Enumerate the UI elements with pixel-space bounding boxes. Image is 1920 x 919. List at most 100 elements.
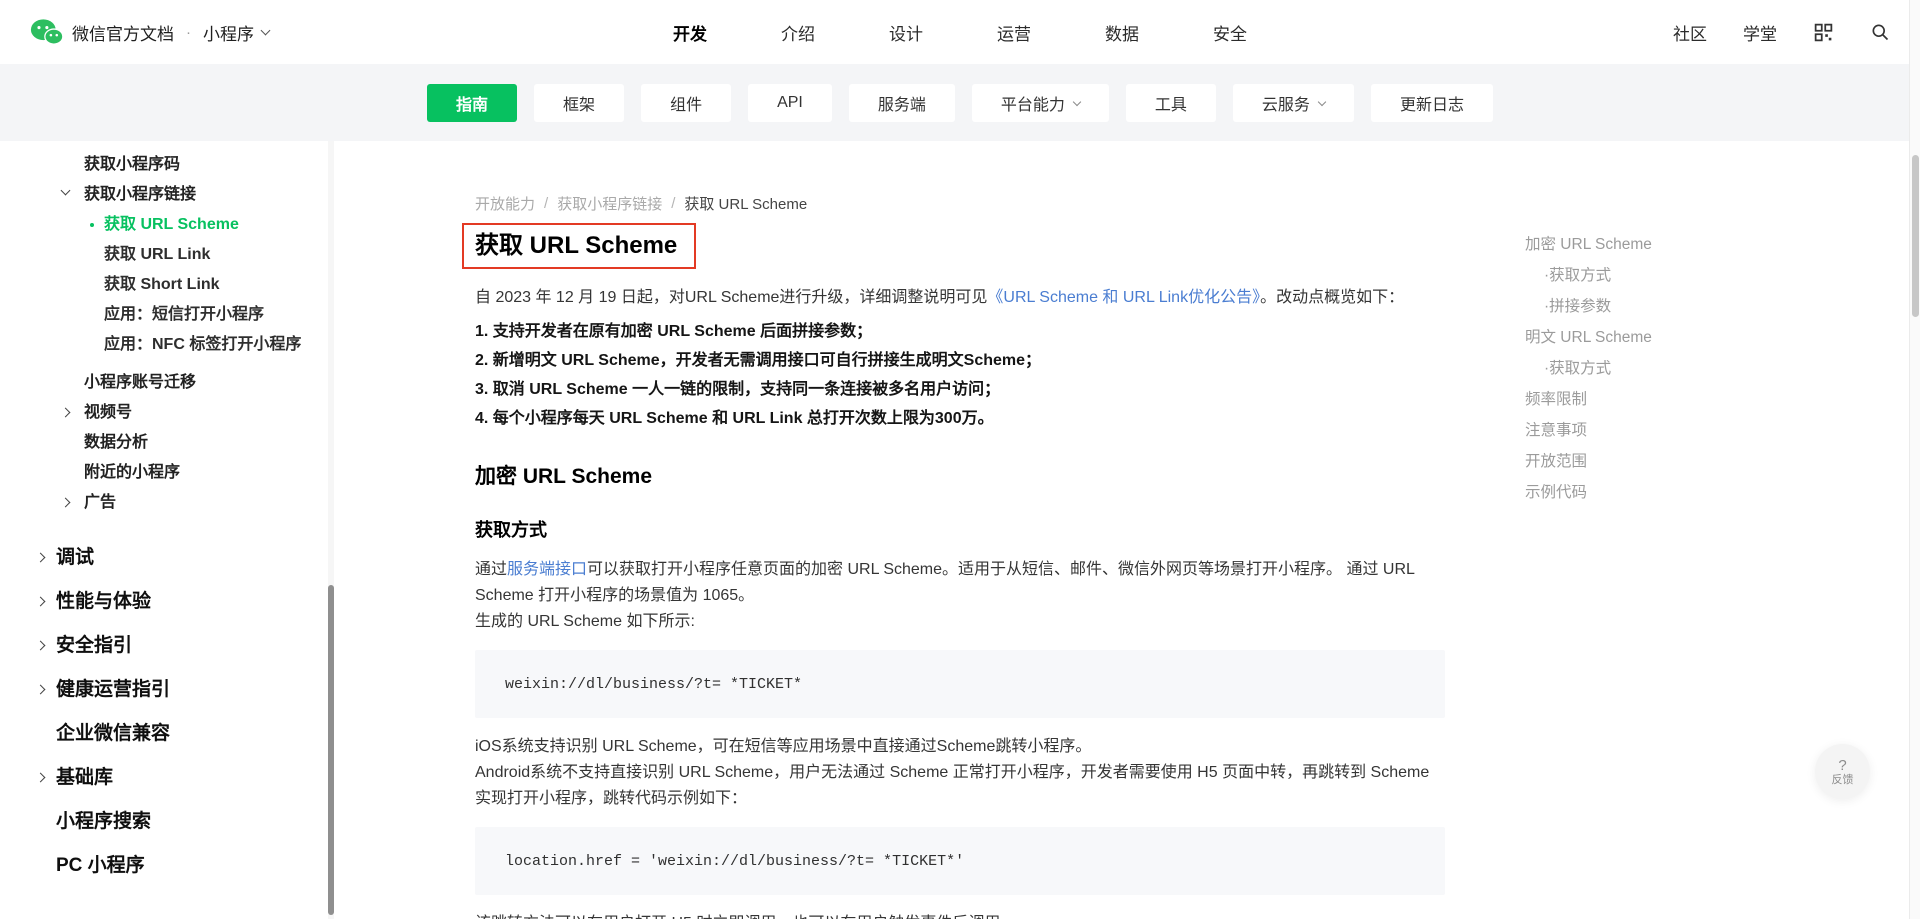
chevron-right-icon — [35, 552, 46, 563]
chevron-down-icon — [1072, 97, 1082, 106]
chevron-down-icon — [1317, 97, 1327, 106]
toc-item-concat-params[interactable]: ·拼接参数 — [1525, 297, 1652, 316]
tab-framework[interactable]: 框架 — [534, 83, 625, 122]
tab-label: API — [777, 93, 803, 111]
sidebar-item-label: 视频号 — [84, 404, 133, 421]
chevron-down-icon — [60, 185, 71, 196]
sidebar-item-nfc-open[interactable]: 应用：NFC 标签打开小程序 — [0, 330, 334, 360]
toc-item-how-to-get-1[interactable]: ·获取方式 — [1525, 266, 1652, 285]
sidebar-section-wecom-compat[interactable]: 企业微信兼容 — [0, 712, 334, 756]
brand[interactable]: 微信官方文档 · 小程序 — [30, 18, 271, 46]
window-scrollbar-thumb[interactable] — [1912, 155, 1919, 317]
tab-tools[interactable]: 工具 — [1125, 83, 1216, 122]
tab-guide[interactable]: 指南 — [427, 83, 518, 122]
article: 开放能力 / 获取小程序链接 / 获取 URL Scheme 获取 URL Sc… — [334, 141, 1920, 919]
tab-changelog[interactable]: 更新日志 — [1370, 83, 1493, 122]
link-server-api[interactable]: 服务端接口 — [507, 561, 587, 578]
sidebar-item-label: 小程序账号迁移 — [84, 374, 197, 391]
search-icon[interactable] — [1870, 22, 1890, 42]
sidebar-section-search[interactable]: 小程序搜索 — [0, 800, 334, 844]
feedback-button[interactable]: ? 反馈 — [1815, 744, 1870, 799]
paragraph-generated-scheme: 生成的 URL Scheme 如下所示: — [475, 613, 695, 630]
wechat-logo-icon — [30, 18, 63, 46]
qr-code-icon[interactable] — [1813, 22, 1834, 43]
nav-item-operation[interactable]: 运营 — [997, 20, 1031, 45]
sidebar-section-security-guide[interactable]: 安全指引 — [0, 624, 334, 668]
page-body: 获取小程序码 获取小程序链接 获取 URL Scheme 获取 URL Link… — [0, 141, 1920, 919]
sidebar-section-pc-miniprogram[interactable]: PC 小程序 — [0, 844, 334, 888]
sidebar-section-health-operation[interactable]: 健康运营指引 — [0, 668, 334, 712]
tab-label: 云服务 — [1261, 96, 1310, 114]
feedback-label: 反馈 — [1831, 773, 1854, 786]
chevron-right-icon — [35, 684, 46, 695]
tab-platform-capability[interactable]: 平台能力 — [971, 83, 1109, 122]
sidebar-item-label: 小程序搜索 — [56, 811, 152, 832]
nav-item-design[interactable]: 设计 — [889, 20, 923, 45]
sidebar-item-label: 获取 Short Link — [104, 276, 220, 293]
section-heading-encrypted-scheme: 加密 URL Scheme — [475, 465, 652, 488]
code-block-redirect: location.href = 'weixin://dl/business/?t… — [475, 827, 1445, 895]
tab-label: 服务端 — [877, 96, 926, 114]
sidebar-group-channels[interactable]: 视频号 — [0, 398, 334, 428]
tab-component[interactable]: 组件 — [641, 83, 732, 122]
toc: 加密 URL Scheme ·获取方式 ·拼接参数 明文 URL Scheme … — [1525, 235, 1652, 514]
toc-item-rate-limit[interactable]: 频率限制 — [1525, 390, 1652, 409]
change-point-2: 2. 新增明文 URL Scheme，开发者无需调用接口可自行拼接生成明文Sch… — [475, 352, 1042, 369]
chevron-right-icon — [35, 640, 46, 651]
sidebar-section-performance[interactable]: 性能与体验 — [0, 580, 334, 624]
chevron-right-icon — [35, 596, 46, 607]
sidebar: 获取小程序码 获取小程序链接 获取 URL Scheme 获取 URL Link… — [0, 141, 334, 919]
link-community[interactable]: 社区 — [1673, 20, 1707, 45]
change-point-4: 4. 每个小程序每天 URL Scheme 和 URL Link 总打开次数上限… — [475, 410, 994, 427]
link-academy[interactable]: 学堂 — [1743, 20, 1777, 45]
sidebar-item-label: 数据分析 — [84, 434, 149, 451]
sidebar-item-get-qrcode[interactable]: 获取小程序码 — [0, 150, 334, 180]
sidebar-group-get-link[interactable]: 获取小程序链接 — [0, 180, 334, 210]
sidebar-group-ad[interactable]: 广告 — [0, 488, 334, 518]
sidebar-item-nearby[interactable]: 附近的小程序 — [0, 458, 334, 488]
link-optimization-notice[interactable]: 《URL Scheme 和 URL Link优化公告》 — [987, 289, 1260, 306]
toc-item-open-scope[interactable]: 开放范围 — [1525, 452, 1652, 471]
sidebar-item-sms-open[interactable]: 应用：短信打开小程序 — [0, 300, 334, 330]
sidebar-item-label: PC 小程序 — [56, 855, 145, 876]
breadcrumb-link-get-link[interactable]: 获取小程序链接 — [557, 193, 662, 214]
tab-label: 工具 — [1154, 96, 1187, 114]
sidebar-item-analytics[interactable]: 数据分析 — [0, 428, 334, 458]
toc-item-encrypted-scheme[interactable]: 加密 URL Scheme — [1525, 235, 1652, 254]
nav-item-data[interactable]: 数据 — [1105, 20, 1139, 45]
chevron-right-icon — [35, 772, 46, 783]
sidebar-item-short-link[interactable]: 获取 Short Link — [0, 270, 334, 300]
sidebar-item-url-link[interactable]: 获取 URL Link — [0, 240, 334, 270]
breadcrumb-link-open-ability[interactable]: 开放能力 — [475, 193, 535, 214]
change-point-3: 3. 取消 URL Scheme 一人一链的限制，支持同一条连接被多名用户访问； — [475, 381, 1001, 398]
change-point-1: 1. 支持开发者在原有加密 URL Scheme 后面拼接参数； — [475, 323, 873, 340]
sidebar-item-account-migration[interactable]: 小程序账号迁移 — [0, 368, 334, 398]
toc-item-notes[interactable]: 注意事项 — [1525, 421, 1652, 440]
sidebar-section-base-library[interactable]: 基础库 — [0, 756, 334, 800]
subsection-heading-how-to-get: 获取方式 — [475, 520, 547, 540]
sidebar-item-url-scheme[interactable]: 获取 URL Scheme — [0, 210, 334, 240]
nav-item-security[interactable]: 安全 — [1213, 20, 1247, 45]
nav-item-develop[interactable]: 开发 — [673, 20, 707, 45]
tab-server[interactable]: 服务端 — [848, 83, 955, 122]
product-switcher[interactable]: 小程序 — [203, 20, 271, 45]
sidebar-section-debug[interactable]: 调试 — [0, 536, 334, 580]
tab-cloud-service[interactable]: 云服务 — [1232, 83, 1354, 122]
doc-section-tabs: 指南 框架 组件 API 服务端 平台能力 工具 云服务 更新日志 — [0, 64, 1920, 141]
code-block-scheme: weixin://dl/business/?t= *TICKET* — [475, 650, 1445, 718]
paragraph-how-to-get: 通过服务端接口可以获取打开小程序任意页面的加密 URL Scheme。适用于从短… — [475, 557, 1445, 609]
paragraph-ios: iOS系统支持识别 URL Scheme，可在短信等应用场景中直接通过Schem… — [475, 738, 1092, 755]
chevron-right-icon — [60, 497, 71, 508]
sidebar-item-label: 调试 — [56, 547, 95, 568]
toc-item-plain-scheme[interactable]: 明文 URL Scheme — [1525, 328, 1652, 347]
toc-item-how-to-get-2[interactable]: ·获取方式 — [1525, 359, 1652, 378]
nav-item-intro[interactable]: 介绍 — [781, 20, 815, 45]
tab-label: 组件 — [670, 96, 703, 114]
sidebar-item-label: 安全指引 — [56, 635, 133, 656]
sidebar-item-label: 基础库 — [56, 767, 114, 788]
code-text: location.href = 'weixin://dl/business/?t… — [505, 853, 965, 870]
toc-item-sample-code[interactable]: 示例代码 — [1525, 483, 1652, 502]
sidebar-item-label: 附近的小程序 — [84, 464, 181, 481]
chevron-right-icon — [60, 407, 71, 418]
tab-api[interactable]: API — [748, 83, 832, 122]
